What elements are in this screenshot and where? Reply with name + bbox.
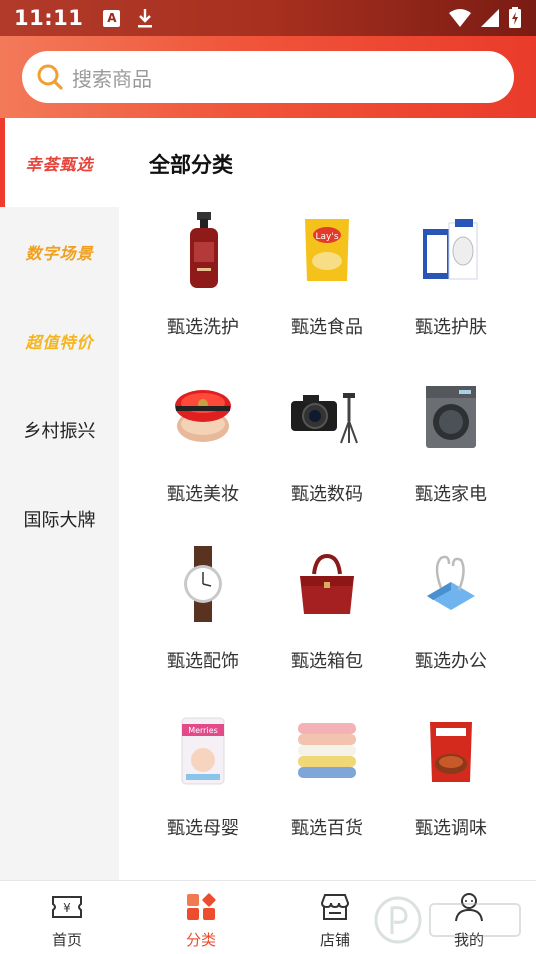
category-label: 甄选办公 bbox=[415, 651, 487, 672]
seasoning-packet-icon bbox=[406, 706, 496, 796]
category-label: 甄选百货 bbox=[291, 818, 363, 839]
category-tile[interactable]: 甄选家电 bbox=[391, 372, 511, 522]
category-label: 甄选数码 bbox=[291, 484, 363, 505]
category-tile[interactable]: 甄选箱包 bbox=[267, 539, 387, 689]
diaper-pack-icon: Merries bbox=[158, 706, 248, 796]
wifi-icon bbox=[449, 9, 471, 27]
category-sidebar: 幸荟甄选 数字场景 超值特价 乡村振兴 国际大牌 bbox=[0, 118, 119, 880]
sidebar-item-xinhui[interactable]: 幸荟甄选 bbox=[0, 118, 119, 207]
category-tile[interactable]: Lay's 甄选食品 bbox=[267, 205, 387, 355]
category-tile[interactable]: 甄选洗护 bbox=[143, 205, 263, 355]
search-icon bbox=[37, 64, 63, 90]
search-placeholder: 搜索商品 bbox=[72, 66, 152, 91]
category-label: 甄选配饰 bbox=[167, 651, 239, 672]
sidebar-item-rural[interactable]: 乡村振兴 bbox=[0, 385, 119, 474]
svg-text:¥: ¥ bbox=[63, 901, 71, 915]
category-tile[interactable]: 甄选护肤 bbox=[391, 205, 511, 355]
category-tile[interactable]: 甄选美妆 bbox=[143, 372, 263, 522]
category-tile[interactable]: 甄选百货 bbox=[267, 706, 387, 856]
a-notification-icon: A bbox=[103, 9, 121, 27]
camera-icon bbox=[282, 372, 372, 462]
category-label: 甄选食品 bbox=[291, 317, 363, 338]
nav-label: 店铺 bbox=[319, 931, 350, 949]
status-bar: 11:11 A bbox=[0, 0, 536, 36]
sidebar-item-label: 国际大牌 bbox=[23, 509, 96, 531]
towel-stack-icon bbox=[282, 706, 372, 796]
category-label: 甄选箱包 bbox=[291, 651, 363, 672]
sidebar-item-deals[interactable]: 超值特价 bbox=[0, 296, 119, 385]
category-label: 甄选家电 bbox=[415, 484, 487, 505]
face-mask-box-icon bbox=[406, 205, 496, 295]
category-label: 甄选母婴 bbox=[167, 818, 239, 839]
sidebar-item-digital[interactable]: 数字场景 bbox=[0, 207, 119, 296]
battery-icon bbox=[509, 7, 521, 28]
chips-bag-icon: Lay's bbox=[282, 205, 372, 295]
nav-label: 首页 bbox=[51, 931, 82, 949]
search-bar[interactable]: 搜索商品 bbox=[22, 51, 514, 103]
section-title: 全部分类 bbox=[149, 153, 233, 177]
binder-clip-icon bbox=[406, 539, 496, 629]
handbag-icon bbox=[282, 539, 372, 629]
sidebar-item-label: 数字场景 bbox=[25, 243, 94, 263]
signal-icon bbox=[481, 9, 499, 27]
svg-text:Merries: Merries bbox=[188, 726, 218, 735]
category-tile[interactable]: 甄选办公 bbox=[391, 539, 511, 689]
category-tile[interactable]: Merries 甄选母婴 bbox=[143, 706, 263, 856]
category-label: 甄选调味 bbox=[415, 818, 487, 839]
nav-home[interactable]: ¥ 首页 bbox=[0, 881, 134, 954]
category-grid-icon bbox=[187, 893, 216, 920]
sidebar-item-label: 幸荟甄选 bbox=[25, 154, 94, 174]
sidebar-item-label: 超值特价 bbox=[25, 332, 94, 352]
store-icon bbox=[320, 894, 350, 920]
ticket-yen-icon: ¥ bbox=[52, 896, 82, 918]
svg-text:Lay's: Lay's bbox=[315, 232, 338, 242]
header: 11:11 A 搜索商品 bbox=[0, 0, 536, 118]
wristwatch-icon bbox=[158, 539, 248, 629]
category-tile[interactable]: 甄选配饰 bbox=[143, 539, 263, 689]
category-label: 甄选护肤 bbox=[415, 317, 487, 338]
sidebar-item-intl[interactable]: 国际大牌 bbox=[0, 474, 119, 563]
active-indicator bbox=[0, 118, 5, 207]
category-label: 甄选美妆 bbox=[167, 484, 239, 505]
nav-label: 分类 bbox=[185, 931, 216, 949]
sidebar-item-label: 乡村振兴 bbox=[23, 420, 96, 442]
category-label: 甄选洗护 bbox=[167, 317, 239, 338]
nav-category[interactable]: 分类 bbox=[134, 881, 268, 954]
watermark-logo bbox=[374, 896, 521, 944]
category-tile[interactable]: 甄选数码 bbox=[267, 372, 387, 522]
washing-machine-icon bbox=[406, 372, 496, 462]
download-icon bbox=[138, 9, 153, 28]
shampoo-bottle-icon bbox=[158, 205, 248, 295]
category-tile[interactable]: 甄选调味 bbox=[391, 706, 511, 856]
cushion-compact-icon bbox=[158, 372, 248, 462]
status-time: 11:11 bbox=[14, 6, 84, 30]
